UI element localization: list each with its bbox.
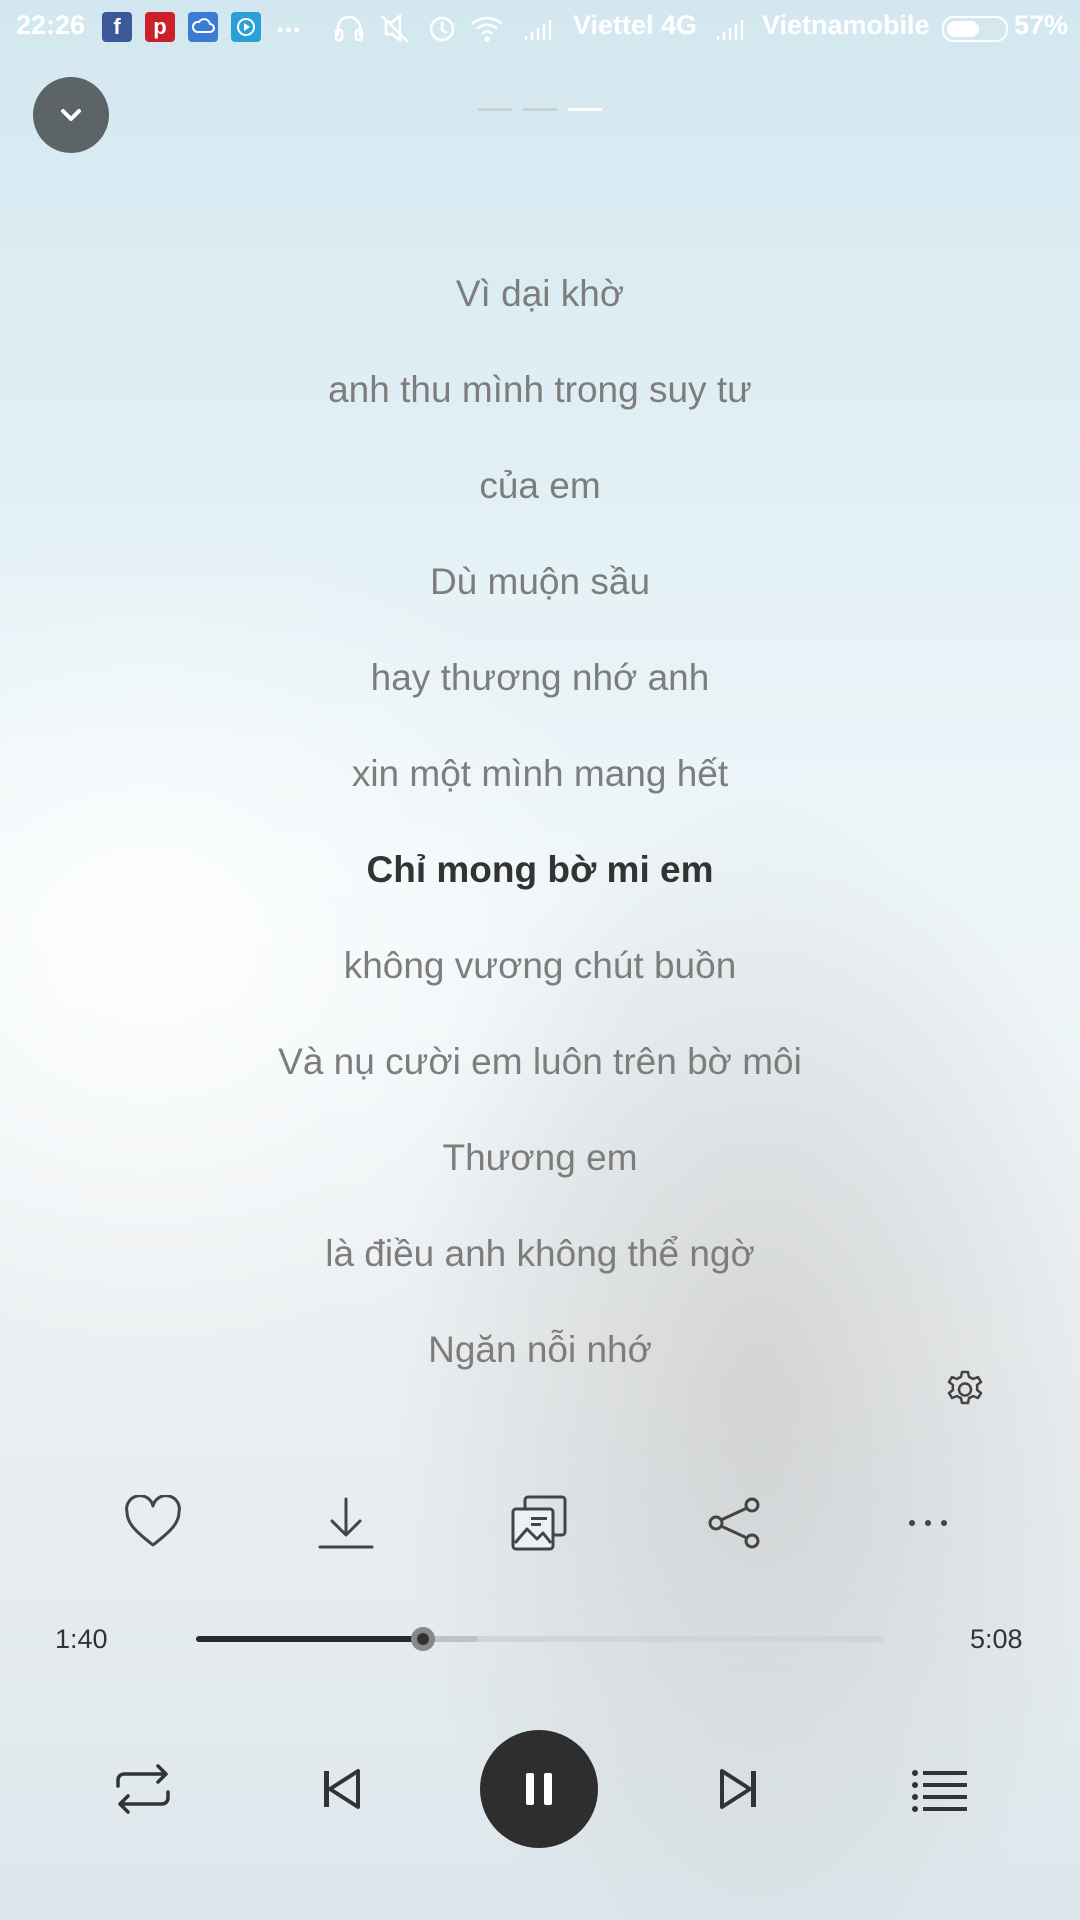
status-time: 22:26 [16,10,86,40]
pause-button[interactable] [480,1730,598,1848]
seek-thumb[interactable] [411,1627,436,1651]
lyric-line: Vì dại khờ [455,273,625,314]
lyric-line: Thương em [442,1137,638,1178]
played-bar [196,1636,424,1642]
lyrics-settings-button[interactable] [940,1364,990,1414]
lyric-line: Ngăn nỗi nhớ [428,1329,652,1370]
repeat-button[interactable] [108,1756,178,1822]
more-icon [909,1520,947,1526]
system-icons [330,10,560,53]
page-dot[interactable] [478,108,512,111]
seek-bar[interactable] [196,1627,884,1651]
lyric-line: là điều anh không thể ngờ [325,1233,755,1274]
repeat-icon [116,1764,170,1814]
share-button[interactable] [699,1492,769,1554]
pinterest-icon: p [145,12,175,42]
wifi-icon [471,16,503,42]
headphones-icon [334,15,364,42]
page-dot[interactable] [523,108,557,111]
gallery-button[interactable] [504,1492,574,1554]
share-icon [708,1497,760,1549]
mute-icon [381,13,409,43]
favorite-button[interactable] [118,1492,188,1554]
more-options-button[interactable] [893,1492,963,1554]
pause-icon [526,1773,552,1805]
playlist-icon [912,1770,967,1812]
signal-2-icon [712,10,748,53]
media-player-icon [231,12,261,42]
lyric-line: hay thương nhớ anh [370,657,710,698]
lyric-line: Và nụ cười em luôn trên bờ môi [278,1041,802,1082]
download-button[interactable] [311,1492,381,1554]
signal-icon [524,20,552,40]
gallery-icon [511,1495,567,1551]
download-icon [318,1497,374,1549]
next-icon [720,1769,756,1809]
lyric-line: Dù muộn sầu [429,561,651,602]
lyric-line: của em [479,465,601,506]
lyrics-view[interactable]: Vì dại khờ anh thu mình trong suy tư của e… [0,262,1080,1414]
carrier-1: Viettel 4G [573,10,698,40]
lyric-line: không vương chút buồn [343,945,737,986]
battery-percent: 57% [1014,10,1069,40]
alarm-icon [429,16,455,42]
lyric-line: anh thu mình trong suy tư [328,369,752,410]
page-indicator [478,108,602,111]
total-time: 5:08 [970,1624,1023,1654]
lyric-line-active: Chỉ mong bờ mi em [366,849,714,890]
lyric-line: xin một mình mang hết [351,753,729,794]
status-bar: 22:26 f p ... Viettel 4G Vietnamobile 57… [0,0,1080,56]
carrier-2: Vietnamobile [762,10,930,40]
heart-icon [125,1495,181,1547]
playlist-button[interactable] [904,1762,974,1818]
gear-icon [947,1370,983,1405]
cloud-icon [188,12,218,42]
battery-icon [942,16,1008,42]
more-notifications: ... [276,6,302,39]
facebook-icon: f [102,12,132,42]
chevron-down-icon [61,109,81,121]
previous-icon [324,1769,360,1809]
page-dot[interactable] [568,108,602,111]
previous-button[interactable] [310,1764,370,1814]
current-time: 1:40 [55,1624,108,1654]
collapse-button[interactable] [33,77,109,153]
next-button[interactable] [710,1764,770,1814]
